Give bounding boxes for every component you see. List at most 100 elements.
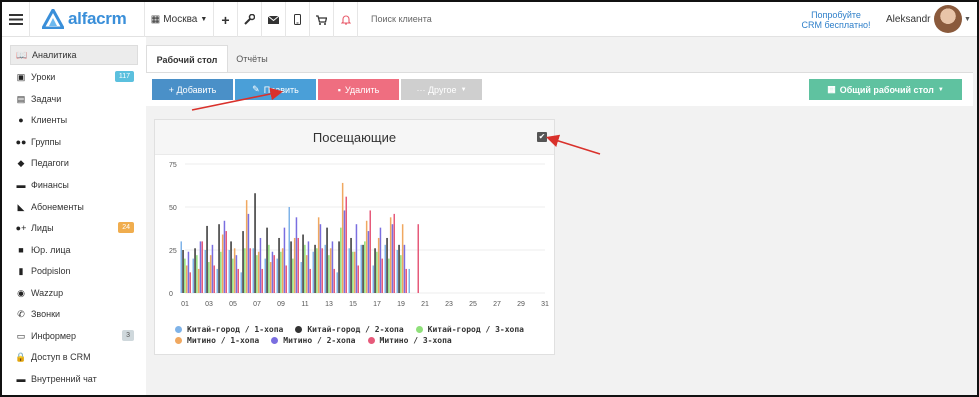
logo[interactable]: alfacrm [42,9,127,29]
bar [247,213,250,293]
caret-down-icon: ▼ [937,86,944,93]
sidebar-item-finance[interactable]: ▬ Финансы [10,175,138,195]
avatar[interactable] [934,5,962,33]
clipboard-icon: ▤ [16,93,26,104]
bar [252,248,254,293]
other-button-label: ··· Другое [416,84,457,95]
bar [302,234,304,293]
bar [216,268,218,293]
bar [386,237,388,293]
file-icon: ▮ [18,265,24,276]
caret-down-icon: ▼ [460,86,467,93]
bar [365,220,368,293]
x-tick-label: 23 [445,301,453,308]
mobile-phone-icon[interactable] [286,2,310,37]
bar [312,251,314,293]
crm-trial-link[interactable]: Попробуйте CRM бесплатно! [797,10,875,30]
user-menu-caret-icon[interactable]: ▼ [964,16,971,23]
bar [208,262,210,293]
mail-icon[interactable] [262,2,286,37]
delete-button[interactable]: ▪ Удалить [318,79,399,100]
sidebar-item-informer[interactable]: ▭ Информер 3 [10,326,138,346]
wrench-icon[interactable] [238,2,262,37]
bar [321,248,323,293]
bar [283,227,286,293]
hamburger-menu-icon[interactable] [2,2,30,37]
promo-line-2: CRM бесплатно! [801,20,871,30]
add-icon[interactable]: + [214,2,238,37]
sidebar-item-crm-access[interactable]: 🔒 Доступ в CRM [10,347,138,367]
bar [400,255,402,293]
edit-button[interactable]: ✎ Править [235,79,316,100]
bar [295,217,298,293]
sidebar-item-label: Клиенты [31,115,68,125]
legend-series-4[interactable]: Митино / 1-хопа [187,336,259,345]
chat-icon: ▬ [16,374,26,384]
x-tick-label: 01 [181,301,189,308]
tab-reports[interactable]: Отчёты [228,45,276,73]
user-plus-icon: ●+ [15,223,27,233]
sidebar-item-clients[interactable]: ● Клиенты [10,110,138,130]
calendar-icon: ▣ [16,71,26,82]
bar [276,258,278,293]
client-search-input[interactable]: Поиск клиента [371,14,432,24]
bar [348,248,350,293]
bar [245,200,248,293]
sidebar-item-tasks[interactable]: ▤ Задачи [10,89,138,109]
bar [338,241,340,293]
tag-icon: ◣ [17,201,25,212]
legend-series-6[interactable]: Митино / 3-хопа [380,336,452,345]
sidebar-item-wazzup[interactable]: ◉ Wazzup [10,283,138,303]
bar [196,255,198,293]
bar [197,268,200,293]
widget-checkbox[interactable]: ✔ [537,132,547,142]
bar [213,265,215,293]
edit-button-label: Править [263,84,299,95]
money-icon: ▬ [16,180,26,190]
shared-desktop-button[interactable]: ▦ Общий рабочий стол ▼ [809,79,962,100]
sidebar-item-teachers[interactable]: ◆ Педагоги [10,153,138,173]
sidebar-item-subscriptions[interactable]: ◣ Абонементы [10,197,138,217]
y-tick-label: 0 [169,291,173,298]
sidebar-item-calls[interactable]: ✆ Звонки [10,304,138,324]
bar [187,251,190,293]
legend-series-3[interactable]: Китай-город / 3-хопа [428,325,524,334]
bar [333,268,335,293]
bar [180,241,182,293]
add-button-label: + Добавить [168,84,217,95]
sidebar-item-leads[interactable]: ●+ Лиды 24 [10,218,138,238]
bar [209,255,212,293]
grid-icon: ▦ [827,84,836,94]
add-button[interactable]: + Добавить [152,79,233,100]
bar [417,224,419,293]
tab-desktop[interactable]: Рабочий стол [146,45,228,73]
legend-dot-icon [175,326,182,333]
legend-series-2[interactable]: Китай-город / 2-хопа [307,325,403,334]
bar [357,265,359,293]
legend-series-5[interactable]: Митино / 2-хопа [283,336,355,345]
bell-icon[interactable] [334,2,358,37]
bar [336,272,338,293]
sidebar-item-groups[interactable]: ●● Группы [10,132,138,152]
username[interactable]: Aleksandr [886,14,930,25]
bar [324,244,326,293]
attendance-widget: Посещающие ✔ 0 25 50 75 01 03 05 07 09 11 13 15 17 19… [154,119,555,355]
sidebar-item-legal-entities[interactable]: ■ Юр. лица [10,240,138,260]
x-tick-label: 19 [397,301,405,308]
bar [345,196,347,293]
bar [293,237,296,293]
bar [353,251,356,293]
legend-dot-icon [271,337,279,344]
bar [367,231,370,293]
sidebar-item-internal-chat[interactable]: ▬ Внутренний чат [10,369,138,389]
sidebar-item-analytics[interactable]: 📖 Аналитика [10,45,138,65]
cart-icon[interactable] [310,2,334,37]
other-dropdown-button[interactable]: ··· Другое ▼ [401,79,482,100]
legend-series-1[interactable]: Китай-город / 1-хопа [187,325,283,334]
alfacrm-logo-icon [42,9,64,29]
trash-icon: ▪ [337,84,341,95]
sidebar-item-lessons[interactable]: ▣ Уроки 117 [10,67,138,87]
city-selector[interactable]: ▦ Москва ▼ [144,2,214,37]
sidebar-item-podpislon[interactable]: ▮ Podpislon [10,261,138,281]
bar [288,207,290,293]
